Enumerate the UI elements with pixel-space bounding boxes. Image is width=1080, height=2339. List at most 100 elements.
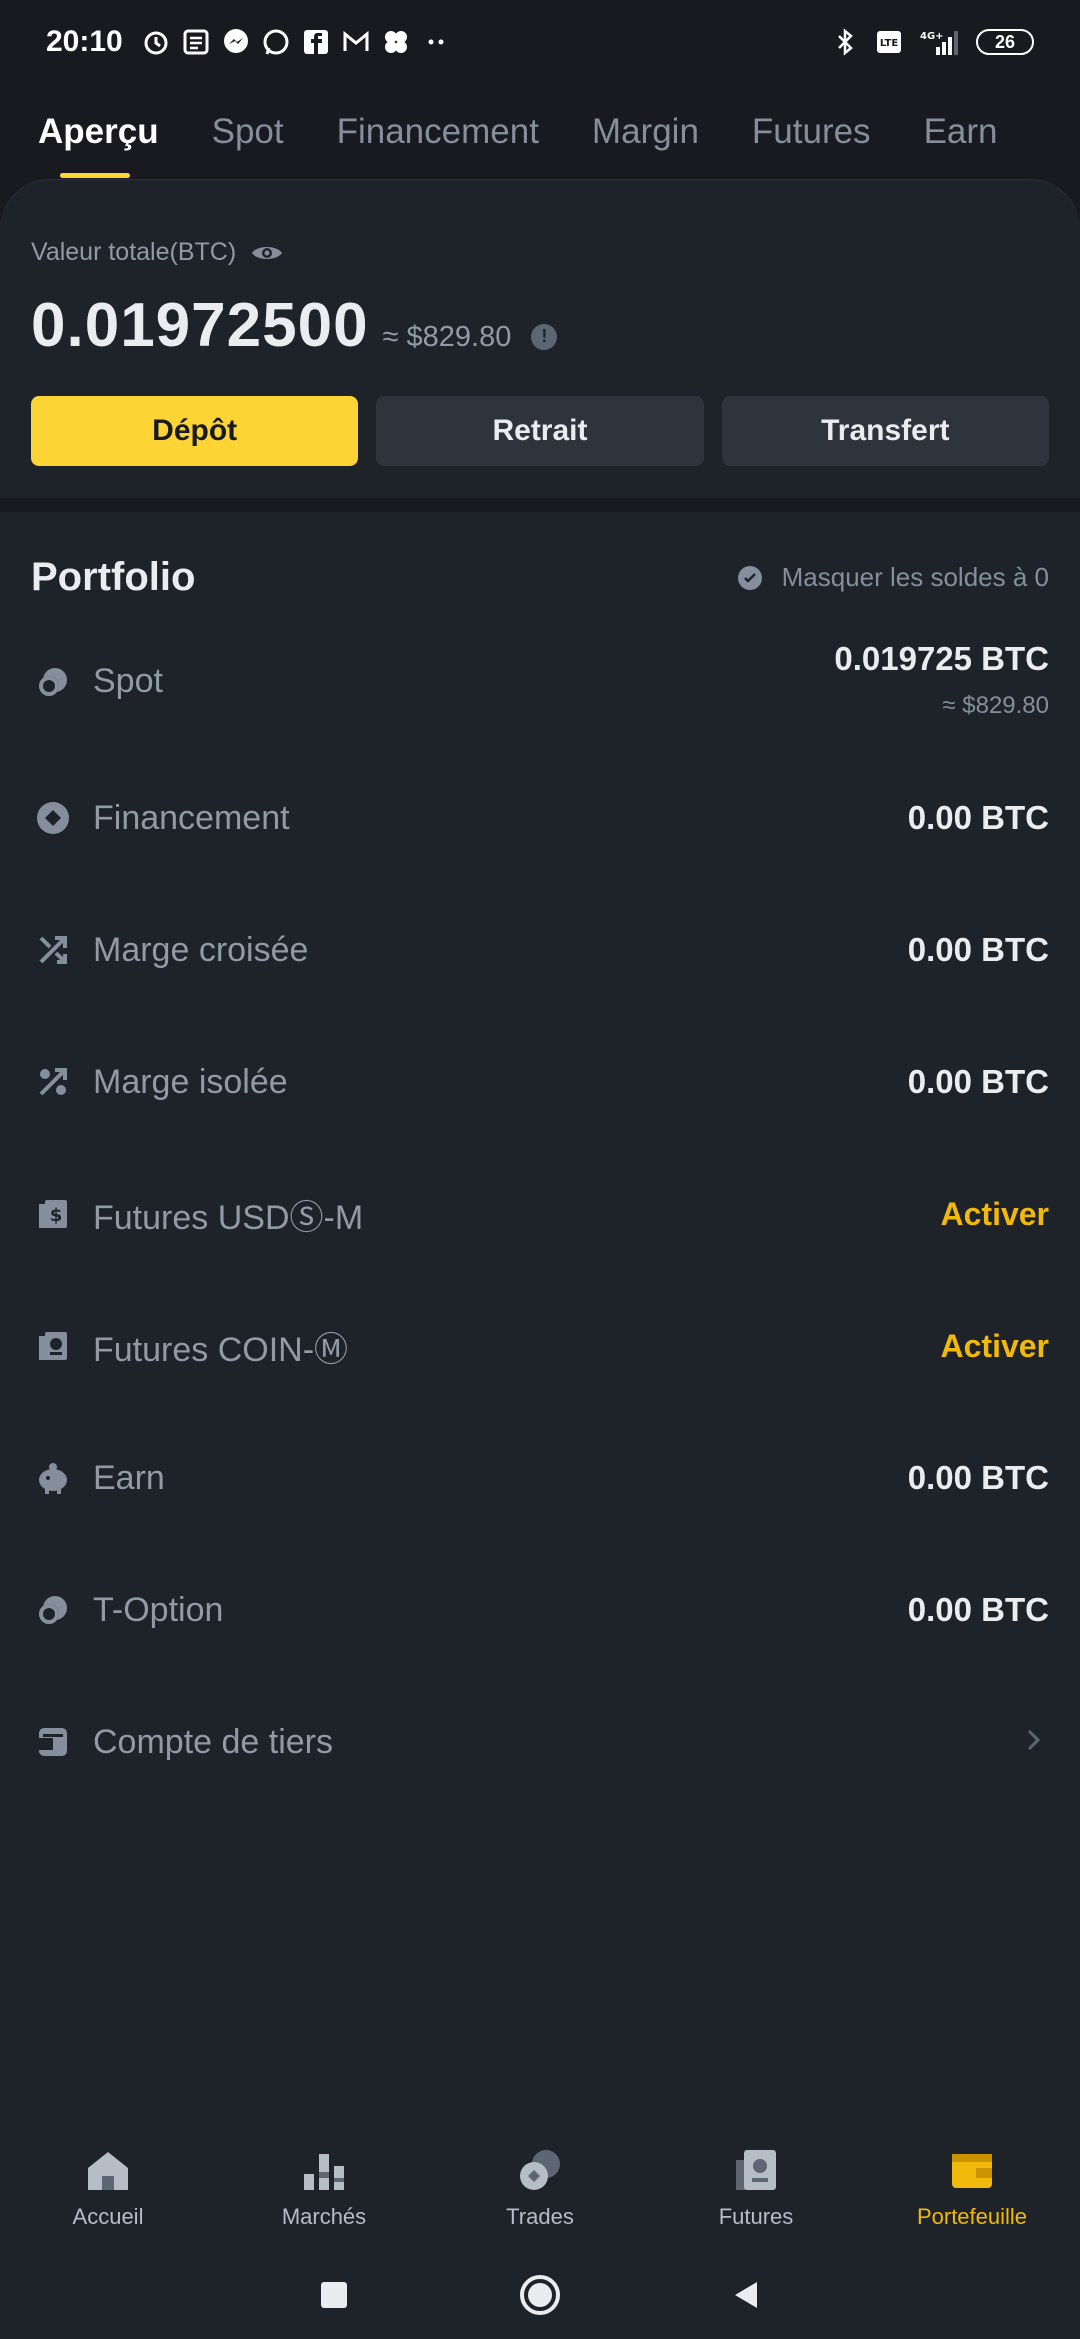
row-name: Compte de tiers [93, 1722, 333, 1761]
svg-text:4G+: 4G+ [920, 31, 944, 42]
svg-text:LTE: LTE [880, 38, 899, 49]
row-btc-value: 0.00 BTC [907, 1591, 1049, 1628]
messenger-icon [223, 29, 248, 53]
markets-icon [304, 2154, 344, 2190]
more-notifications-icon [428, 39, 444, 45]
portfolio-row-compte-de-tiers[interactable]: Compte de tiers [0, 1676, 1080, 1808]
action-buttons: Dépôt Retrait Transfert [31, 396, 1049, 466]
activate-link[interactable]: Activer [941, 1196, 1050, 1233]
withdraw-button[interactable]: Retrait [376, 396, 704, 466]
coin-futures-icon [31, 1324, 75, 1368]
nav-trades[interactable]: Trades [432, 2130, 648, 2250]
row-value: 0.019725 BTC ≈ $829.80 [834, 640, 1049, 720]
battery-indicator: 26 [976, 29, 1034, 55]
portfolio-row-financement[interactable]: Financement 0.00 BTC [0, 752, 1080, 884]
back-icon[interactable] [731, 2280, 761, 2310]
row-value [1019, 1725, 1049, 1760]
row-value: 0.00 BTC [908, 1063, 1049, 1101]
row-name: Marge isolée [93, 1062, 288, 1101]
row-btc-value: 0.00 BTC [907, 931, 1049, 968]
row-btc-value: 0.00 BTC [907, 799, 1049, 836]
facebook-icon [303, 30, 328, 54]
portfolio-row-earn[interactable]: Earn 0.00 BTC [0, 1412, 1080, 1544]
row-name: Earn [93, 1458, 165, 1497]
nav-accueil[interactable]: Accueil [0, 2130, 216, 2250]
nav-futures[interactable]: Futures [648, 2130, 864, 2250]
portfolio-row-spot[interactable]: Spot 0.019725 BTC ≈ $829.80 [0, 620, 1080, 752]
row-value: Activer [941, 1196, 1050, 1233]
nav-portefeuille[interactable]: Portefeuille [864, 2130, 1080, 2250]
tab-financement[interactable]: Financement [337, 84, 539, 180]
portfolio-row-futures-coin-m[interactable]: Futures COIN-Ⓜ Activer [0, 1280, 1080, 1412]
clover-icon [384, 31, 407, 53]
nav-label: Accueil [72, 2204, 144, 2229]
check-icon [737, 565, 762, 590]
row-btc-value: 0.00 BTC [907, 1459, 1049, 1496]
activate-link[interactable]: Activer [941, 1328, 1050, 1365]
tab-earn[interactable]: Earn [924, 84, 998, 180]
portfolio-row-t-option[interactable]: T-Option 0.00 BTC [0, 1544, 1080, 1676]
notification-icons [141, 27, 451, 57]
status-time: 20:10 [46, 25, 123, 58]
tab-apercu[interactable]: Aperçu [38, 84, 159, 180]
tab-futures[interactable]: Futures [752, 84, 871, 180]
earn-icon [31, 1456, 75, 1500]
signal-icon: 4G+ [920, 31, 958, 55]
total-value-label: Valeur totale(BTC) [31, 238, 284, 267]
hide-zero-label: Masquer les soldes à 0 [781, 562, 1049, 592]
portfolio-header: Portfolio Masquer les soldes à 0 [31, 555, 1049, 600]
alarm-icon [144, 31, 168, 55]
portfolio-row-futures-usd-m[interactable]: $ Futures USDⓈ-M Activer [0, 1148, 1080, 1280]
volte-icon: LTE [877, 31, 901, 53]
tab-margin[interactable]: Margin [592, 84, 699, 180]
tab-spot[interactable]: Spot [212, 84, 284, 180]
funding-icon [31, 796, 75, 840]
row-btc-value: 0.019725 BTC [834, 640, 1049, 677]
account-tabs: Aperçu Spot Financement Margin Futures E… [0, 84, 1080, 180]
total-usd-value: ≈ $829.80 [382, 321, 512, 353]
transfer-button[interactable]: Transfert [721, 396, 1049, 466]
third-party-icon [31, 1720, 75, 1764]
nav-marches[interactable]: Marchés [216, 2130, 432, 2250]
row-value: 0.00 BTC [908, 799, 1049, 837]
wallet-icon [952, 2154, 992, 2188]
row-value: 0.00 BTC [908, 1459, 1049, 1497]
row-name: Financement [93, 798, 290, 837]
row-name: Futures COIN-Ⓜ [93, 1330, 349, 1369]
nav-label: Portefeuille [916, 2204, 1028, 2229]
spot-icon [31, 660, 75, 704]
eye-icon[interactable] [250, 241, 284, 265]
row-value: 0.00 BTC [908, 1591, 1049, 1629]
portfolio-title: Portfolio [31, 555, 196, 599]
cross-margin-icon [31, 928, 75, 972]
info-icon[interactable]: ! [531, 323, 558, 350]
deposit-button[interactable]: Dépôt [31, 396, 359, 466]
row-name: Futures USDⓈ-M [93, 1198, 364, 1237]
status-bar: 20:10 LTE 4G+ 26 [0, 0, 1080, 84]
bluetooth-icon [838, 28, 853, 56]
row-usd-value: ≈ $829.80 [942, 692, 1049, 719]
row-value: 0.00 BTC [908, 931, 1049, 969]
hide-zero-toggle[interactable]: Masquer les soldes à 0 [737, 562, 1049, 593]
usd-futures-icon: $ [31, 1192, 75, 1236]
recents-icon[interactable] [319, 2280, 349, 2310]
nav-label: Marchés [281, 2204, 367, 2229]
row-name: Spot [93, 662, 163, 700]
bottom-nav: Accueil Marchés Trades Futures Portefeui… [0, 2130, 1080, 2250]
balance-summary: Valeur totale(BTC) 0.01972500 ≈ $829.80 … [0, 180, 1080, 498]
news-icon [183, 29, 209, 55]
row-value: Activer [941, 1328, 1050, 1365]
t-option-icon [31, 1588, 75, 1632]
gmail-icon [343, 30, 369, 51]
portfolio-list: Spot 0.019725 BTC ≈ $829.80 Financement … [0, 620, 1080, 1808]
row-name: Marge croisée [93, 930, 309, 969]
home-icon [88, 2152, 128, 2190]
futures-icon [736, 2150, 776, 2190]
isolated-margin-icon [31, 1060, 75, 1104]
portfolio-row-marge-croisee[interactable]: Marge croisée 0.00 BTC [0, 884, 1080, 1016]
system-nav-bar [0, 2250, 1080, 2339]
nav-label: Trades [506, 2204, 574, 2229]
home-button-icon[interactable] [519, 2274, 561, 2316]
total-value-label-text: Valeur totale(BTC) [31, 238, 237, 266]
portfolio-row-marge-isolee[interactable]: Marge isolée 0.00 BTC [0, 1016, 1080, 1148]
